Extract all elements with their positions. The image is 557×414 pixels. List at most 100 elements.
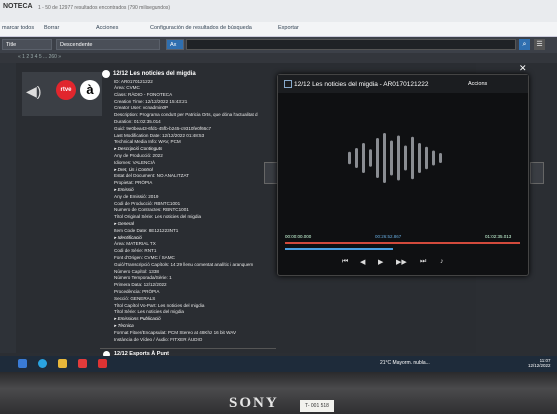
clock-date: 12/12/2022 — [528, 363, 551, 368]
search-input[interactable] — [186, 39, 516, 50]
sort-order-select[interactable]: Descendente — [56, 39, 160, 50]
metadata-field: Creator User: vcnadmin0P — [114, 105, 169, 111]
progress-bar[interactable] — [285, 248, 394, 250]
waveform-bar — [404, 145, 407, 171]
time-current: 00:26:52.867 — [375, 234, 402, 239]
weather-label[interactable]: 21°C Mayorm. nubla... — [380, 360, 430, 366]
metadata-field: Creation Time: 12/12/2022 15:43:21 — [114, 98, 188, 104]
pagination: « 1 2 3 4 5 ... 260 » — [0, 53, 557, 63]
metadata-section-header[interactable]: ▸ Emissió — [114, 187, 134, 193]
metadata-field: Estat del Document: NO ANALITZAT — [114, 173, 189, 179]
edge-icon[interactable] — [38, 359, 47, 368]
actions-button[interactable]: Accions — [468, 81, 487, 87]
asset-sticker: T- 001 518 — [300, 400, 334, 412]
pagination-links[interactable]: « 1 2 3 4 5 ... 260 » — [18, 54, 61, 60]
folder-icon[interactable] — [58, 359, 67, 368]
waveform-bar — [425, 146, 428, 170]
waveform-bar — [397, 135, 400, 181]
waveform-bar — [369, 149, 372, 167]
metadata-field: Número Capítol: 1338 — [114, 268, 159, 274]
waveform-bar — [432, 150, 435, 166]
metadata-field: Primera Data: 12/12/2022 — [114, 282, 167, 288]
metadata-field: Procedència: PRÒPIA — [114, 289, 160, 294]
metadata-field: Títol Sèrie: Les noticies del migdia — [114, 309, 184, 315]
waveform-bar — [355, 148, 358, 168]
metadata-field: Last Modification Date: 12/12/2022 01:48… — [114, 132, 205, 138]
volume-icon[interactable]: ♪ — [440, 258, 444, 265]
select-all-button[interactable]: marcar todos — [2, 25, 34, 31]
time-end: 01:02:35.013 — [485, 234, 512, 239]
timeline[interactable]: 00:00:00.000 00:26:52.867 01:02:35.013 — [285, 232, 520, 252]
audio-icon: ◀) — [26, 83, 42, 99]
player-header: 12/12 Les noticies del migdia - AR017012… — [278, 75, 528, 93]
waveform-bar — [439, 153, 442, 163]
skip-back-icon[interactable]: ⏮ — [342, 258, 348, 266]
metadata-field: Guid: 9e0bea43-6fd1-45fb-b245-c9310fe0f6… — [114, 125, 212, 131]
metadata-field: Àrea: CVMC — [114, 85, 140, 90]
grid-view-icon[interactable]: ☰ — [534, 39, 545, 50]
filter-bar: Title Descendente Ax ⌕ ☰ — [0, 37, 557, 53]
screen: NOTECA 1 - 50 de 12977 resultados encont… — [0, 0, 557, 372]
time-start: 00:00:00.000 — [285, 234, 312, 239]
skip-forward-icon[interactable]: ⏭ — [420, 258, 426, 266]
delete-button[interactable]: Borrar — [44, 25, 59, 31]
metadata-field: Duration: 01:02:35.014 — [114, 119, 161, 124]
metadata-section-header[interactable]: ▸ General — [114, 221, 134, 227]
clapper-icon[interactable] — [530, 162, 544, 184]
metadata-section-header[interactable]: ▸ Descripció Continguts — [114, 146, 162, 152]
metadata-field: Class: RÀDIO - FONOTECA — [114, 91, 173, 97]
app-icon[interactable] — [78, 359, 87, 368]
apunt-logo: à — [80, 80, 100, 100]
player-title: 12/12 Les noticies del migdia - AR017012… — [294, 81, 429, 88]
brand-logo: SONY — [229, 395, 279, 411]
metadata-field: Any de Producció: 2022 — [114, 153, 163, 158]
start-icon[interactable] — [18, 359, 27, 368]
waveform-bar — [376, 138, 379, 178]
document-icon — [284, 80, 292, 88]
play-button[interactable]: ▶ — [378, 258, 383, 266]
app-icon[interactable] — [98, 359, 107, 368]
waveform-bar — [390, 140, 393, 176]
search-button[interactable]: ⌕ — [519, 39, 530, 50]
app-title: NOTECA — [3, 3, 33, 10]
metadata-field: Número Temporada/Sèrie: 1 — [114, 275, 172, 281]
metadata-field: Idiomes: VALENCIÀ — [114, 159, 156, 165]
play-icon[interactable] — [102, 70, 110, 78]
actions-menu[interactable]: Acciones — [96, 25, 118, 31]
left-toolbar — [0, 63, 16, 353]
metadata-section-header[interactable]: ▸ Dret, Ús i Control — [114, 167, 153, 173]
metadata-section-header[interactable]: ▸ Identificació — [114, 235, 142, 241]
rtve-logo: rtve — [56, 80, 76, 100]
waveform-bar — [348, 151, 351, 165]
metadata-section-header[interactable]: ▸ Tècnica — [114, 323, 134, 329]
system-clock[interactable]: 11:07 12/12/2022 — [528, 358, 551, 368]
search-config-button[interactable]: Configuración de resultados de búsqueda — [150, 25, 252, 31]
metadata-field: Format Fitxer/Encapsulat: PCM Stereo at … — [114, 329, 237, 335]
rewind-icon[interactable]: ◀ — [360, 258, 365, 266]
waveform — [348, 133, 442, 183]
metadata-field: Technical Media Info: WAV, PCM — [114, 139, 181, 145]
metadata-field: Item Code Date: 8E121223NT1 — [114, 227, 179, 233]
player-controls: ⏮ ◀ ▶ ▶▶ ⏭ ♪ — [340, 258, 500, 268]
metadata-field: Any de Emissió: 2019 — [114, 193, 159, 199]
film-strip-icon[interactable] — [264, 162, 278, 184]
metadata-field: Font d'Origen: CVMC / SAMC — [114, 255, 175, 260]
close-icon[interactable]: ✕ — [519, 63, 527, 74]
metadata-field: Codi de Sèrie: RNT1 — [114, 248, 157, 254]
query-prefix-select[interactable]: Ax — [166, 39, 184, 50]
results-count: 1 - 50 de 12977 resultados encontrados (… — [38, 5, 171, 11]
waveform-bar — [418, 143, 421, 173]
metadata-field: Numero de Contractes: RBNTC1001 — [114, 207, 189, 213]
metadata-field: Codi de Producció: RBNTC1001 — [114, 200, 181, 206]
export-menu[interactable]: Exportar — [278, 25, 299, 31]
timeline-track[interactable] — [285, 242, 520, 244]
metadata-field: Àrea: MATERIAL TX — [114, 241, 156, 247]
metadata-field: Títol Capítol Vo-Part: Les noticies del … — [114, 302, 205, 308]
metadata-section-header[interactable]: ▸ Emissions Publicació — [114, 316, 161, 322]
forward-icon[interactable]: ▶▶ — [396, 258, 407, 266]
waveform-bar — [383, 133, 386, 183]
record-id: ID: AR0170121222 — [114, 79, 153, 84]
metadata-field: Guió/Transcripció Capítols: 14:29 llenu … — [114, 261, 254, 267]
sort-field-select[interactable]: Title — [2, 39, 52, 50]
record-title[interactable]: 12/12 Les noticies del migdia — [113, 71, 196, 77]
